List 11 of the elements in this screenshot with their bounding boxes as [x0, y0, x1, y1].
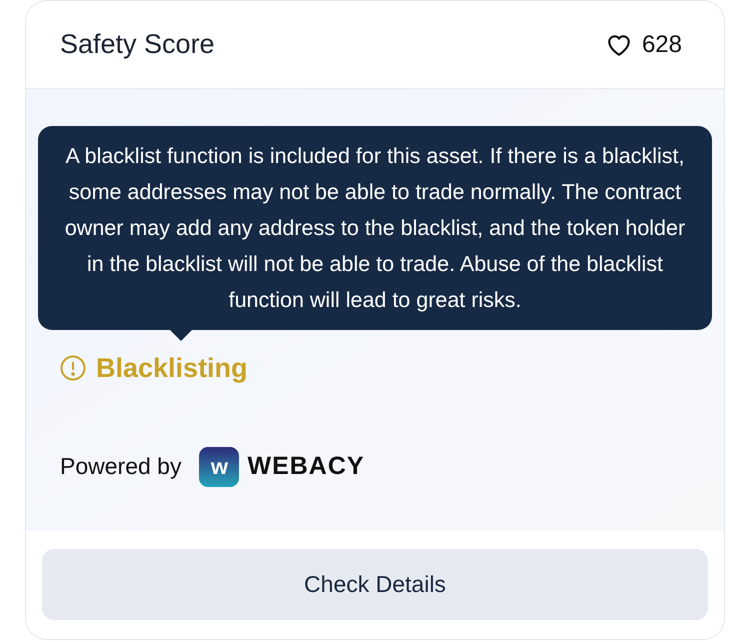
powered-by-label: Powered by — [60, 452, 182, 482]
tooltip: A blacklist function is included for this asset. If there is a blacklist, some addresses may not be able to trade normally. The contract owner may add any address to the blacklist, and the token holder in the blacklist will not be able to trade. Abuse of the blacklist function will lead to great risks. — [38, 126, 712, 330]
like-count: 628 — [642, 30, 682, 60]
card-title: Safety Score — [60, 28, 215, 62]
check-details-button[interactable]: Check Details — [42, 549, 708, 620]
warning-icon — [60, 355, 86, 382]
brand-name: WEBACY — [247, 450, 365, 482]
tooltip-arrow-icon — [170, 330, 192, 341]
heart-icon — [606, 32, 632, 56]
brand-logo: w — [199, 446, 240, 486]
risk-label: Blacklisting — [96, 352, 248, 385]
